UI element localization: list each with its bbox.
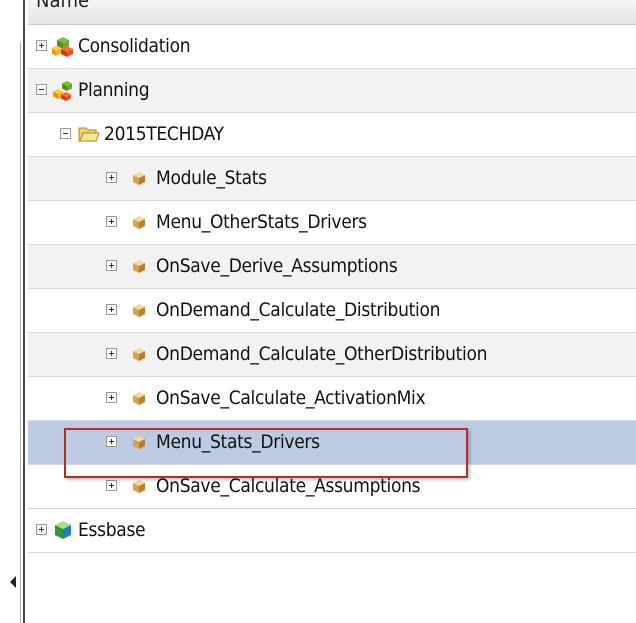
rule-cube-icon — [133, 304, 145, 317]
expand-icon[interactable] — [106, 436, 117, 447]
tree-node-label: OnSave_Calculate_ActivationMix — [156, 387, 426, 409]
tree-node-2015techday[interactable]: 2015TECHDAY — [28, 113, 636, 157]
rule-cube-icon — [133, 392, 145, 405]
essbase-cube-icon — [55, 521, 71, 539]
rule-cube-icon — [133, 172, 145, 185]
tree-node-consolidation[interactable]: Consolidation — [28, 25, 636, 69]
expand-icon[interactable] — [36, 524, 47, 535]
tree-node-label: Module_Stats — [156, 167, 267, 189]
tree-node-label: Consolidation — [78, 35, 191, 57]
expand-icon[interactable] — [106, 216, 117, 227]
tree-node-label: OnDemand_Calculate_Distribution — [156, 299, 441, 321]
expand-icon[interactable] — [106, 260, 117, 271]
consolidation-cubes-icon — [52, 37, 73, 57]
tree-node-rule[interactable]: OnDemand_Calculate_OtherDistribution — [28, 333, 636, 377]
tree-node-rule[interactable]: OnDemand_Calculate_Distribution — [28, 289, 636, 333]
rule-cube-icon — [133, 216, 145, 229]
expand-icon[interactable] — [106, 172, 117, 183]
rule-cube-icon — [133, 348, 145, 361]
planning-cubes-icon — [53, 81, 72, 101]
expand-icon[interactable] — [106, 304, 117, 315]
tree-node-label: 2015TECHDAY — [104, 123, 224, 145]
tree-node-label: OnSave_Derive_Assumptions — [156, 255, 398, 277]
expand-icon[interactable] — [36, 40, 47, 51]
tree-node-label: Planning — [78, 79, 150, 101]
tree-node-label: Menu_Stats_Drivers — [156, 431, 320, 453]
collapse-icon[interactable] — [60, 128, 71, 139]
gutter-line — [20, 42, 21, 623]
tree-node-label: OnSave_Calculate_Assumptions — [156, 475, 421, 497]
rule-cube-icon — [133, 436, 145, 449]
splitter-bar[interactable] — [23, 0, 25, 623]
expand-icon[interactable] — [106, 392, 117, 403]
rule-cube-icon — [133, 260, 145, 273]
tree-node-rule[interactable]: OnSave_Derive_Assumptions — [28, 245, 636, 289]
folder-open-icon — [78, 127, 100, 142]
tree-node-rule[interactable]: OnSave_Calculate_Assumptions — [28, 465, 636, 509]
collapse-icon[interactable] — [36, 84, 47, 95]
rules-tree: Name Consolidation Planning 2015TECHDAY … — [28, 0, 636, 623]
collapse-arrow-icon[interactable] — [10, 576, 16, 588]
tree-node-rule[interactable]: OnSave_Calculate_ActivationMix — [28, 377, 636, 421]
tree-node-rule[interactable]: Menu_OtherStats_Drivers — [28, 201, 636, 245]
tree-node-label: Essbase — [78, 519, 146, 541]
column-header[interactable]: Name — [28, 0, 636, 25]
rule-cube-icon — [133, 480, 145, 493]
expand-icon[interactable] — [106, 480, 117, 491]
tree-node-rule-selected[interactable]: Menu_Stats_Drivers — [28, 421, 636, 465]
tree-node-label: OnDemand_Calculate_OtherDistribution — [156, 343, 488, 365]
tree-node-label: Menu_OtherStats_Drivers — [156, 211, 367, 233]
column-header-label: Name — [36, 0, 90, 12]
tree-node-rule[interactable]: Module_Stats — [28, 157, 636, 201]
tree-node-planning[interactable]: Planning — [28, 69, 636, 113]
left-gutter — [0, 0, 28, 623]
tree-node-essbase[interactable]: Essbase — [28, 509, 636, 553]
expand-icon[interactable] — [106, 348, 117, 359]
